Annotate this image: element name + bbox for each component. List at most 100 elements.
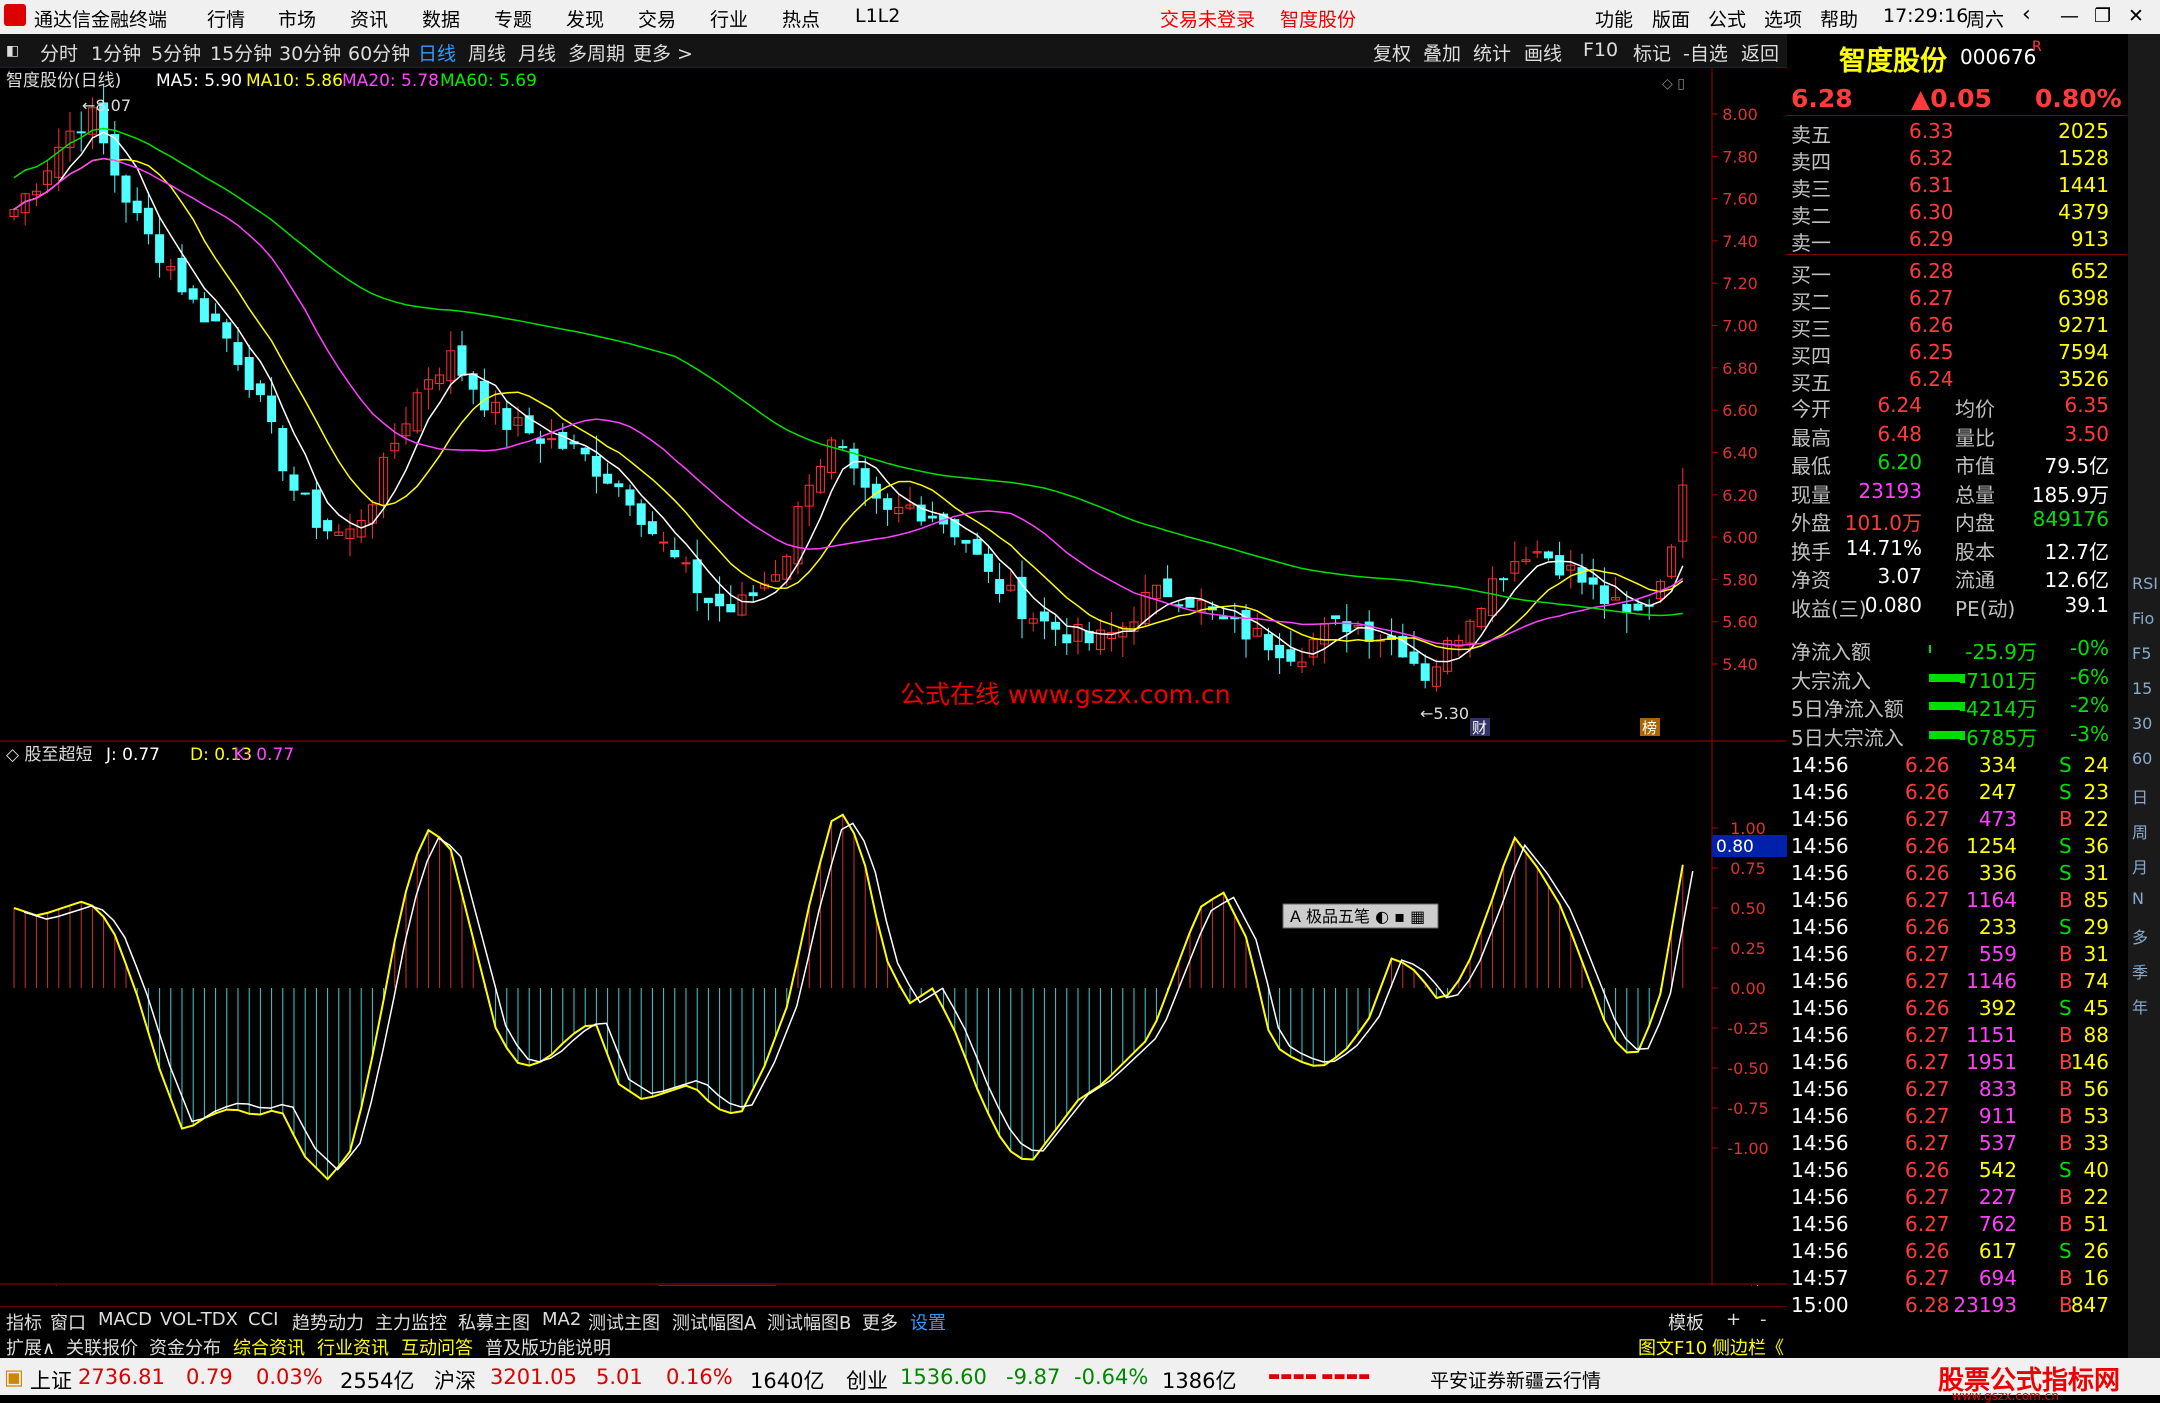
btn-huaxian[interactable]: 画线 [1524, 39, 1562, 66]
side-icon[interactable]: F5 [2132, 644, 2151, 663]
menu-shuju[interactable]: 数据 [422, 5, 460, 32]
tick-row[interactable]: 14:56 6.26 247 S 23 [1787, 779, 2117, 806]
side-icon[interactable]: 季 [2132, 959, 2148, 983]
side-icon[interactable]: 月 [2132, 854, 2148, 878]
side-icon[interactable]: 周 [2132, 819, 2148, 843]
btn-tuwen-f10[interactable]: 图文F10 [1638, 1334, 1707, 1360]
btn-tongji[interactable]: 统计 [1473, 39, 1511, 66]
stat-row[interactable]: 净资 3.07 流通 12.6亿 [1787, 563, 2117, 592]
btn-remove-window[interactable]: - [1760, 1309, 1767, 1330]
tab-guanlianbaojia[interactable]: 关联报价 [66, 1334, 138, 1360]
stat-row[interactable]: 最低 6.20 市值 79.5亿 [1787, 449, 2117, 478]
tab-hudongwenda[interactable]: 互动问答 [401, 1334, 473, 1360]
tab-hangyezixun[interactable]: 行业资讯 [317, 1334, 389, 1360]
tick-row[interactable]: 14:56 6.26 1254 S 36 [1787, 833, 2117, 860]
bid-row[interactable]: 买三 6.26 9271 [1787, 312, 2117, 341]
sz-name[interactable]: 沪深 [434, 1365, 476, 1395]
period-30min[interactable]: 30分钟 [279, 39, 341, 66]
tick-row[interactable]: 14:56 6.27 1146 B 74 [1787, 968, 2117, 995]
menu-zixun[interactable]: 资讯 [350, 5, 388, 32]
tick-row[interactable]: 14:56 6.27 227 B 22 [1787, 1184, 2117, 1211]
tick-row[interactable]: 14:56 6.27 537 B 33 [1787, 1130, 2117, 1157]
chart-svg[interactable]: 8.00 7.80 7.60 7.40 7.20 7.00 6.80 6.60 6.40 6.20… [0, 68, 1787, 1305]
trade-login-status[interactable]: 交易未登录 [1160, 5, 1255, 32]
tab-pujiban[interactable]: 普及版功能说明 [485, 1334, 611, 1360]
tick-row[interactable]: 14:56 6.27 762 B 51 [1787, 1211, 2117, 1238]
tick-row[interactable]: 14:57 6.27 694 B 16 [1787, 1265, 2117, 1292]
btn-fuquan[interactable]: 复权 [1373, 39, 1411, 66]
stat-row[interactable]: 换手 14.71% 股本 12.7亿 [1787, 535, 2117, 564]
menu-zhuanti[interactable]: 专题 [494, 5, 532, 32]
tick-row[interactable]: 14:56 6.26 392 S 45 [1787, 995, 2117, 1022]
tick-row[interactable]: 14:56 6.27 473 B 22 [1787, 806, 2117, 833]
tick-row[interactable]: 14:56 6.27 1164 B 85 [1787, 887, 2117, 914]
tick-row[interactable]: 14:56 6.26 336 S 31 [1787, 860, 2117, 887]
panel-toggle-icon[interactable]: ◧ [6, 43, 19, 59]
sh-name[interactable]: 上证 [30, 1365, 72, 1395]
stat-row[interactable]: 收益(三) 0.080 PE(动) 39.1 [1787, 592, 2117, 621]
period-weekly[interactable]: 周线 [468, 39, 506, 66]
tab-zonghezixun[interactable]: 综合资讯 [233, 1334, 305, 1360]
tick-row[interactable]: 14:56 6.27 559 B 31 [1787, 941, 2117, 968]
side-icon[interactable]: Fio [2132, 609, 2154, 628]
flow-row[interactable]: 净流入额 -25.9万 -0% [1787, 635, 2117, 664]
stat-row[interactable]: 现量 23193 总量 185.9万 [1787, 478, 2117, 507]
menu-bangzhu[interactable]: 帮助 [1820, 5, 1858, 32]
period-15min[interactable]: 15分钟 [210, 39, 272, 66]
tick-row[interactable]: 14:56 6.27 911 B 53 [1787, 1103, 2117, 1130]
close-icon[interactable]: ✕ [2128, 5, 2144, 27]
period-daily[interactable]: 日线 [418, 39, 456, 66]
side-icon[interactable]: 15 [2132, 679, 2152, 698]
stock-name-link[interactable]: 智度股份 [1280, 5, 1356, 32]
side-icon[interactable]: 60 [2132, 749, 2152, 768]
ask-row[interactable]: 卖四 6.32 1528 [1787, 145, 2117, 174]
side-icon[interactable]: 年 [2132, 994, 2148, 1018]
menu-gongneng[interactable]: 功能 [1595, 5, 1633, 32]
bid-row[interactable]: 买四 6.25 7594 [1787, 339, 2117, 368]
bid-row[interactable]: 买一 6.28 652 [1787, 258, 2117, 287]
tab-kuozhan[interactable]: 扩展∧ [6, 1334, 55, 1360]
tick-row[interactable]: 14:56 6.26 233 S 29 [1787, 914, 2117, 941]
btn-diejia[interactable]: 叠加 [1423, 39, 1461, 66]
tick-row[interactable]: 14:56 6.26 617 S 26 [1787, 1238, 2117, 1265]
menu-faxian[interactable]: 发现 [566, 5, 604, 32]
period-more[interactable]: 更多 > [633, 39, 693, 66]
side-icon[interactable]: 多 [2132, 924, 2148, 948]
tab-zijinfenbu[interactable]: 资金分布 [149, 1334, 221, 1360]
menu-l1l2[interactable]: L1L2 [855, 5, 900, 27]
ask-row[interactable]: 卖二 6.30 4379 [1787, 199, 2117, 228]
market-icon[interactable]: ▣ [4, 1365, 24, 1389]
period-1min[interactable]: 1分钟 [91, 39, 141, 66]
stat-row[interactable]: 今开 6.24 均价 6.35 [1787, 392, 2117, 421]
menu-redian[interactable]: 热点 [782, 5, 820, 32]
period-fenshi[interactable]: 分时 [40, 39, 78, 66]
back-icon[interactable]: ‹ [2022, 2, 2031, 27]
tick-row[interactable]: 15:00 6.28 23193 B 847 [1787, 1292, 2117, 1319]
btn-sidebar[interactable]: 侧边栏《 [1712, 1334, 1784, 1360]
stat-row[interactable]: 外盘 101.0万 内盘 849176 [1787, 506, 2117, 535]
ask-row[interactable]: 卖一 6.29 913 [1787, 226, 2117, 255]
tick-row[interactable]: 14:56 6.27 1951 B 146 [1787, 1049, 2117, 1076]
minimize-icon[interactable]: — [2060, 5, 2079, 27]
btn-f10[interactable]: F10 [1583, 39, 1618, 61]
side-icon[interactable]: 30 [2132, 714, 2152, 733]
tick-row[interactable]: 14:56 6.27 1151 B 88 [1787, 1022, 2117, 1049]
chart-area[interactable]: 8.00 7.80 7.60 7.40 7.20 7.00 6.80 6.60 6.40 6.20… [0, 68, 1787, 1305]
side-icon[interactable]: 日 [2132, 784, 2148, 808]
ask-row[interactable]: 卖五 6.33 2025 [1787, 118, 2117, 147]
menu-jiaoyi[interactable]: 交易 [638, 5, 676, 32]
tick-row[interactable]: 14:56 6.26 542 S 40 [1787, 1157, 2117, 1184]
tab-vol-tdx[interactable]: VOL-TDX [160, 1309, 238, 1330]
btn-fanhui[interactable]: 返回 [1741, 39, 1779, 66]
btn-biaoji[interactable]: 标记 [1633, 39, 1671, 66]
tick-row[interactable]: 14:56 6.26 334 S 24 [1787, 752, 2117, 779]
ask-row[interactable]: 卖三 6.31 1441 [1787, 172, 2117, 201]
bid-row[interactable]: 买二 6.27 6398 [1787, 285, 2117, 314]
btn-add-window[interactable]: + [1726, 1309, 1741, 1330]
cy-name[interactable]: 创业 [846, 1365, 888, 1395]
tab-macd[interactable]: MACD [98, 1309, 152, 1330]
tick-row[interactable]: 14:56 6.27 833 B 56 [1787, 1076, 2117, 1103]
stat-row[interactable]: 最高 6.48 量比 3.50 [1787, 421, 2117, 450]
period-5min[interactable]: 5分钟 [151, 39, 201, 66]
menu-hangqing[interactable]: 行情 [207, 5, 245, 32]
